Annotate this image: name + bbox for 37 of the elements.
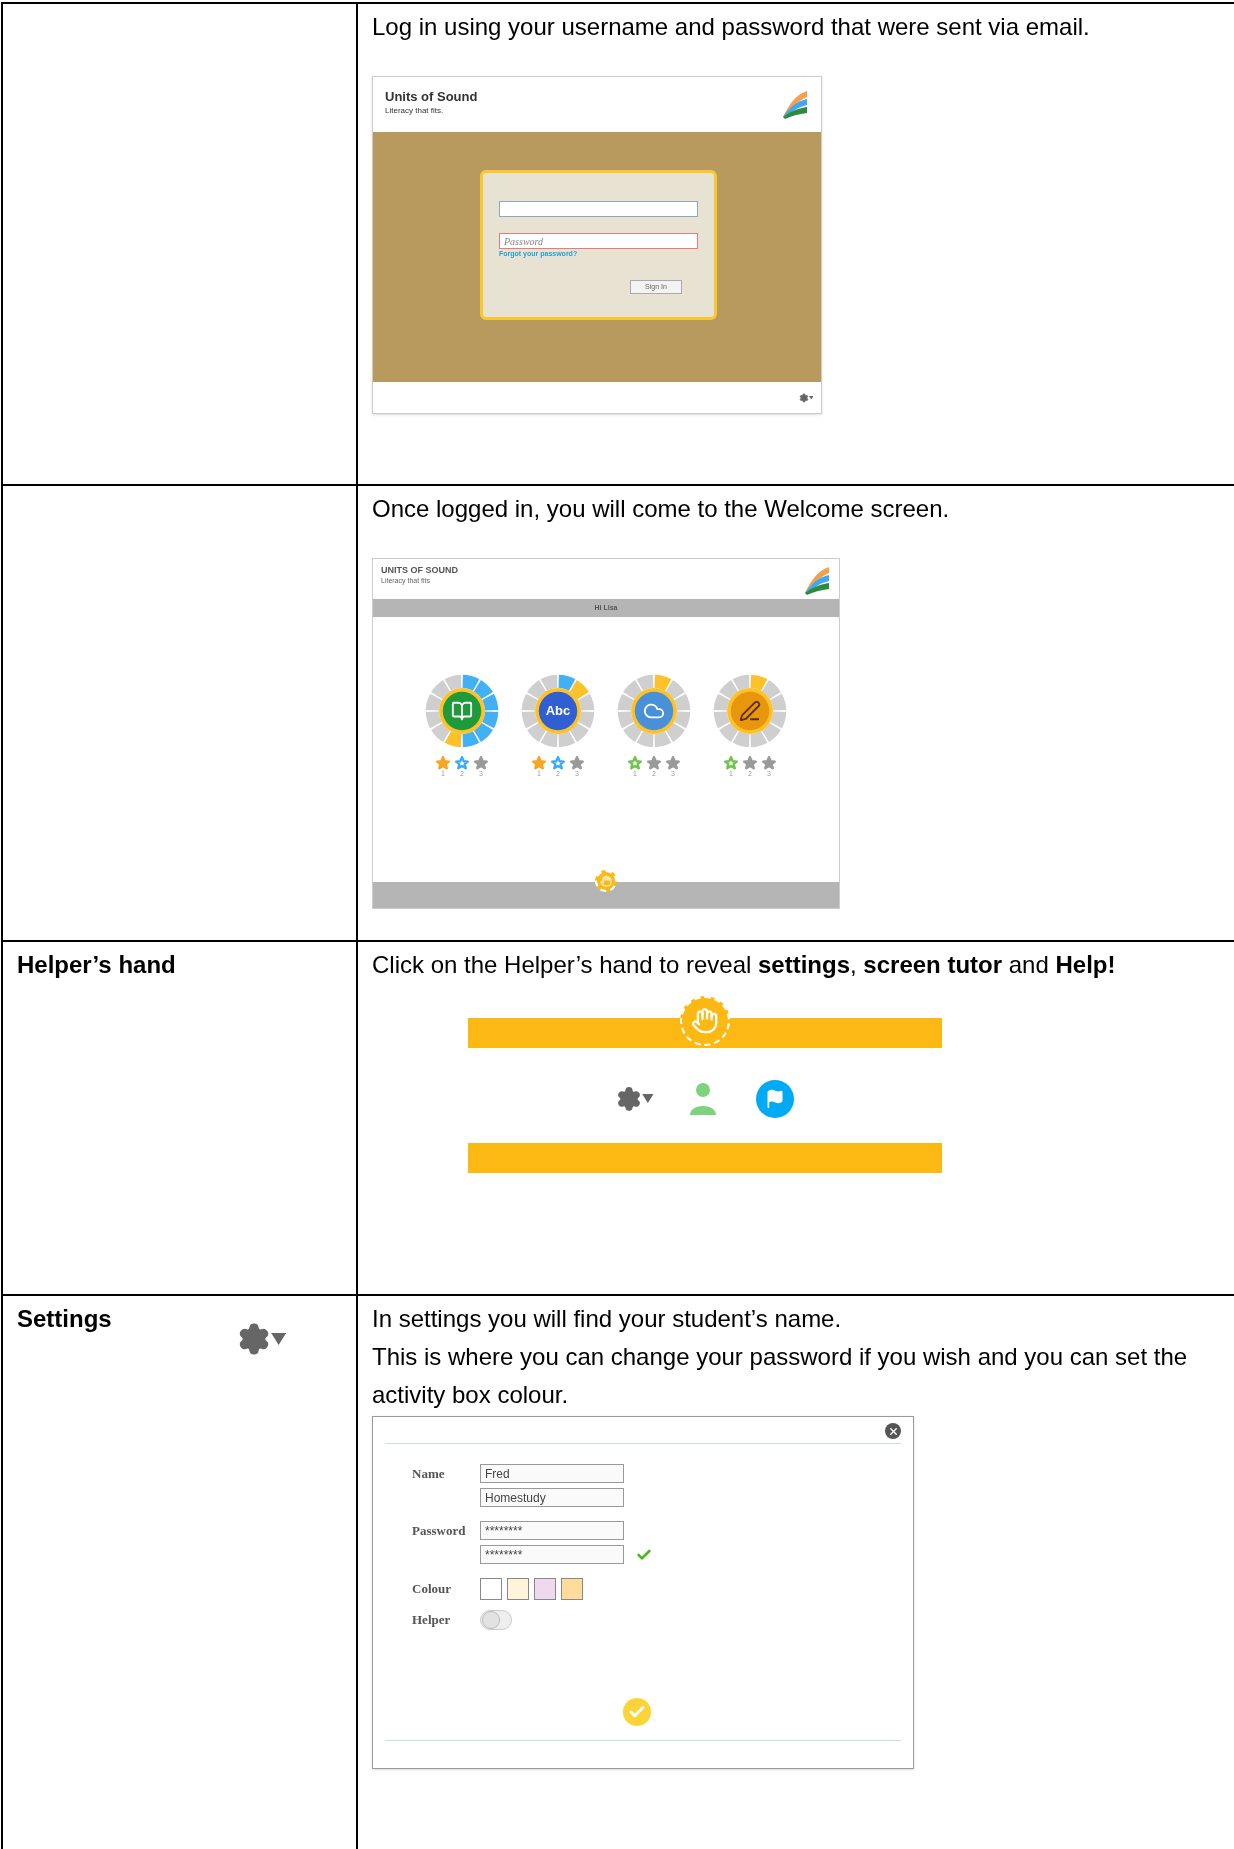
helper-toggle[interactable] xyxy=(480,1610,512,1630)
book-icon[interactable] xyxy=(451,700,473,722)
close-icon xyxy=(887,1425,899,1437)
logo-icon xyxy=(803,565,831,595)
app-title: Units of Sound xyxy=(385,89,478,106)
settings-icon[interactable] xyxy=(616,1086,654,1112)
colour-swatch[interactable] xyxy=(561,1578,583,1600)
colour-swatch[interactable] xyxy=(480,1578,502,1600)
instruction-text: In settings you will find your student’s name. xyxy=(372,1304,843,1334)
flag-button[interactable] xyxy=(755,1080,794,1118)
pen-icon[interactable] xyxy=(739,700,761,722)
text-field[interactable]: ******** xyxy=(480,1521,624,1540)
helper-hand-button[interactable] xyxy=(595,870,617,892)
field-label: Helper xyxy=(412,1611,452,1630)
text-field[interactable]: Homestudy xyxy=(480,1488,624,1507)
settings-icon[interactable] xyxy=(798,392,813,403)
close-button[interactable] xyxy=(885,1423,901,1439)
field-label: Password xyxy=(412,1522,467,1540)
person-icon[interactable] xyxy=(689,1083,716,1115)
text-field[interactable]: Fred xyxy=(480,1464,624,1483)
app-title: UNITS OF SOUND xyxy=(381,565,458,577)
row-label: Settings xyxy=(17,1304,112,1334)
app-tagline: Literacy that fits. xyxy=(385,105,445,118)
field-label: Name xyxy=(412,1465,446,1483)
colour-swatch[interactable] xyxy=(534,1578,556,1600)
logo-icon xyxy=(781,89,809,119)
instruction-text: Once logged in, you will come to the Welcome screen. xyxy=(372,494,951,524)
row-label: Helper’s hand xyxy=(17,950,176,980)
username-field[interactable] xyxy=(499,201,698,217)
instruction-text: Log in using your username and password that were sent via email. xyxy=(372,12,1091,42)
instruction-text: Click on the Helper’s hand to reveal settings, screen tutor and Help! xyxy=(372,950,1117,980)
field-label: Colour xyxy=(412,1580,452,1599)
text-field[interactable]: ******** xyxy=(480,1545,624,1564)
instruction-text: This is where you can change your password if you wish and you can set the activity box colour. xyxy=(372,1342,1189,1410)
hand-icon xyxy=(599,874,613,888)
colour-swatch[interactable] xyxy=(507,1578,529,1600)
password-field[interactable]: Password xyxy=(499,233,698,249)
